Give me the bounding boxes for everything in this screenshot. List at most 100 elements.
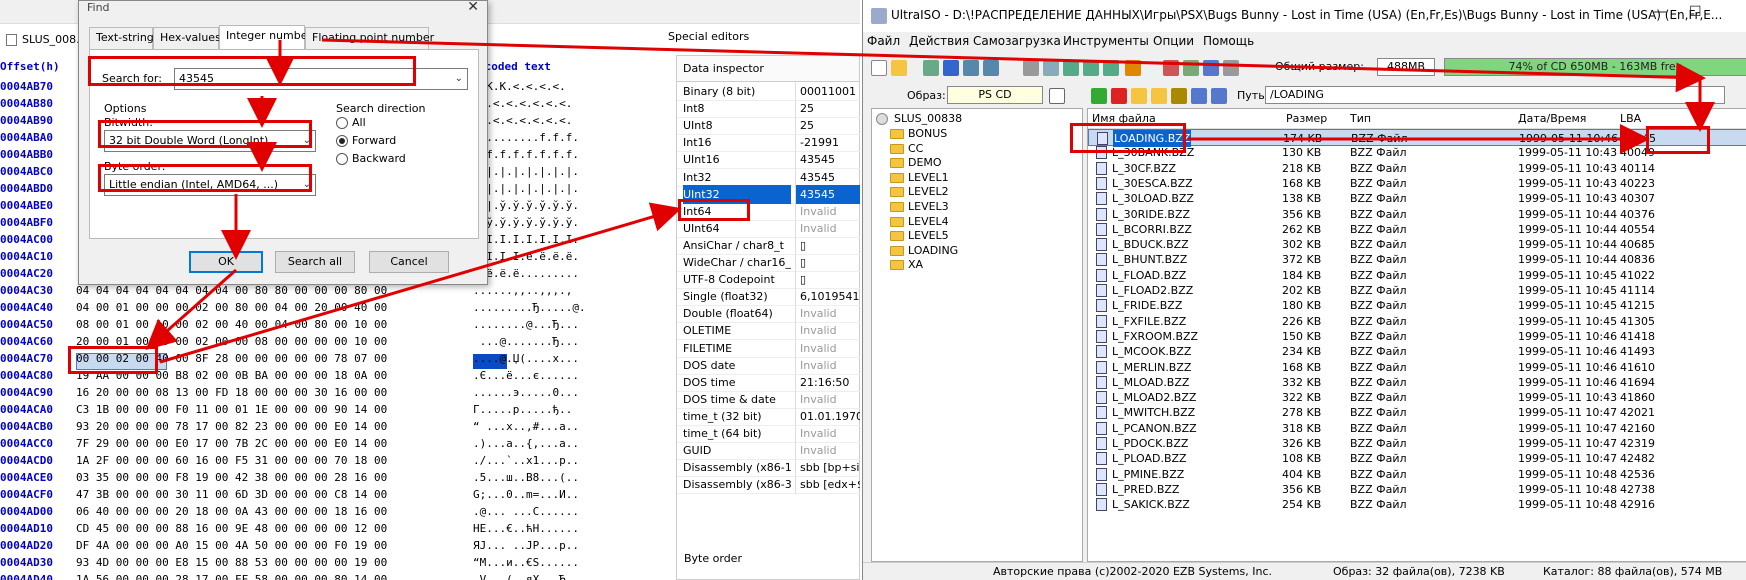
inspector-row[interactable]: Disassembly (x86-32) sbb [edx+$0 [677,475,860,495]
hex-decoded-text[interactable]: ў.ў.ў.ў.ў.ў.ў.ў. [473,214,613,231]
minimize-icon[interactable]: — [1653,4,1667,20]
hex-decoded-text[interactable]: .<.<.<.<.<.<.<. [473,112,613,129]
hex-bytes[interactable]: 1A 56 00 00 00 28 17 00 FF 58 00 00 00 8… [76,571,456,580]
checkbox-icon[interactable] [1049,88,1065,104]
hex-decoded-text[interactable]: |.|.|.|.|.|.|.|. [473,163,613,180]
menu-options[interactable]: Опции [1153,34,1194,48]
refresh-icon[interactable] [1211,88,1227,104]
tab-integer-number[interactable]: Integer number [219,25,312,49]
open-icon[interactable] [891,60,907,76]
tree-folder[interactable]: LOADING [890,243,958,259]
file-row[interactable]: L_SAKICK.BZZ 254 KB BZZ Файл 1999-05-11 10:… [1088,496,1746,513]
chevron-down-icon[interactable]: ⌄ [455,69,463,89]
search-all-button[interactable]: Search all [275,251,355,273]
tree-folder[interactable]: LEVEL4 [890,214,949,230]
tree-folder[interactable]: LEVEL5 [890,228,949,244]
properties-icon[interactable] [1043,60,1059,76]
hex-decoded-text[interactable]: |.|.ў.ў.ў.ў.ў.ў. [473,197,613,214]
close-icon[interactable]: ✕ [467,0,479,15]
tab-hex-values[interactable]: Hex-values [153,27,221,49]
hex-decoded-text[interactable]: .V...(..яX...Ђ.. [473,571,613,580]
hex-decoded-text[interactable]: НE...€..ћH...... [473,520,613,537]
hex-decoded-text[interactable]: f.f.f.f.f.f.f.f. [473,146,613,163]
path-field[interactable]: /LOADING [1265,86,1725,104]
menu-file[interactable]: Файл [867,34,900,48]
hex-decoded-text[interactable]: .5...ш..B8...(.. [473,469,613,486]
image-type-field[interactable]: PS CD [947,86,1043,104]
cancel-button[interactable]: Cancel [369,251,449,273]
maximize-icon[interactable]: ☐ [1689,4,1702,20]
tree-folder[interactable]: DEMO [890,155,942,171]
mount-icon[interactable] [1083,60,1099,76]
hex-bytes[interactable]: 93 4D 00 00 00 E8 15 00 88 53 00 00 00 0… [76,554,456,571]
hex-decoded-text[interactable]: І.І.І.І.ё.ё.ё.ё. [473,248,613,265]
hex-bytes[interactable]: 93 20 00 00 00 78 17 00 82 23 00 00 00 E… [76,418,456,435]
hex-bytes[interactable]: DF 4A 00 00 00 A0 15 00 4A 50 00 00 00 F… [76,537,456,554]
hex-decoded-text[interactable]: K.K.K.<.<.<.<. [473,78,613,95]
ok-button[interactable]: OK [189,251,263,273]
bookmark-icon[interactable] [1163,60,1179,76]
direction-all-radio[interactable]: All [336,116,366,130]
hex-bytes[interactable]: 16 20 00 00 08 13 00 FD 18 00 00 00 30 1… [76,384,456,401]
hex-bytes[interactable]: 47 3B 00 00 00 30 11 00 6D 3D 00 00 00 C… [76,486,456,503]
hex-bytes[interactable]: 1A 2F 00 00 00 60 16 00 F5 31 00 00 00 7… [76,452,456,469]
burn-icon[interactable] [1063,60,1079,76]
hex-decoded-text[interactable]: “M...и..€S...... [473,554,613,571]
direction-forward-radio[interactable]: Forward [336,134,396,148]
compress-icon[interactable] [1103,60,1119,76]
menu-bootable[interactable]: Самозагрузка [973,34,1061,48]
hex-decoded-text[interactable]: |.|.|.|.|.|.|.|. [473,180,613,197]
up-folder-icon[interactable] [1091,88,1107,104]
new-folder-icon[interactable] [1131,88,1147,104]
hex-decoded-text[interactable]: І.І.І.І.І.І.І.І. [473,231,613,248]
hex-bytes[interactable]: 04 00 01 00 00 00 02 00 80 00 04 00 20 0… [76,299,456,316]
hex-decoded-text[interactable]: ......,,..,,,., [473,282,613,299]
hex-bytes[interactable]: 03 35 00 00 00 F8 19 00 42 38 00 00 00 2… [76,469,456,486]
cd-icon[interactable] [923,60,939,76]
menu-tools[interactable]: Инструменты [1063,34,1149,48]
hex-decoded-text[interactable]: “ ...x..‚#...а.. [473,418,613,435]
tree-folder[interactable]: XA [890,257,923,273]
tree-folder[interactable]: BONUS [890,126,947,142]
hex-decoded-text[interactable]: ......э.....0... [473,384,613,401]
hex-decoded-text[interactable]: ...@.......Ђ... [473,333,613,350]
hex-decoded-text[interactable]: ....@.Џ(....x... [473,350,613,367]
hex-decoded-text[interactable]: .)...а..{,...а.. [473,435,613,452]
file-list[interactable]: Имя файла Размер Тип Дата/Время LBA LOAD… [1087,108,1746,562]
help-icon[interactable] [1203,60,1219,76]
tree-folder[interactable]: LEVEL2 [890,184,949,200]
tree-folder[interactable]: LEVEL1 [890,170,949,186]
save-as-icon[interactable] [963,60,979,76]
col-size[interactable]: Размер [1286,112,1327,125]
hex-decoded-text[interactable]: .<.<.<.<.<.<.<. [473,95,613,112]
tab-text-string[interactable]: Text-string [89,27,154,49]
new-icon[interactable] [871,60,887,76]
hex-decoded-text[interactable]: G;...0..m=...И.. [473,486,613,503]
info-icon[interactable] [1125,60,1141,76]
tree-folder[interactable]: CC [890,141,923,157]
hex-decoded-text[interactable]: .........Ђ.....@. [473,299,613,316]
add-files-icon[interactable] [1151,88,1167,104]
hex-decoded-text[interactable]: .@... ...C...... [473,503,613,520]
col-datetime[interactable]: Дата/Время [1518,112,1586,125]
menu-actions[interactable]: Действия [909,34,969,48]
tree-folder[interactable]: LEVEL3 [890,199,949,215]
hex-bytes[interactable]: CD 45 00 00 00 88 16 00 9E 48 00 00 00 0… [76,520,456,537]
exit-icon[interactable] [1223,60,1239,76]
hex-decoded-text[interactable]: .Є...ё...є...... [473,367,613,384]
tree-root[interactable]: SLUS_00838 [876,111,962,127]
hex-decoded-text[interactable]: ..........f.f.f. [473,129,613,146]
menu-help[interactable]: Помощь [1203,34,1254,48]
hex-bytes[interactable]: 7F 29 00 00 00 E0 17 00 7B 2C 00 00 00 E… [76,435,456,452]
rename-icon[interactable] [1171,88,1187,104]
col-lba[interactable]: LBA [1620,112,1641,125]
hex-decoded-text[interactable]: ЯJ... ..JP...р.. [473,537,613,554]
save-all-icon[interactable] [983,60,999,76]
settings-icon[interactable] [1191,88,1207,104]
hex-bytes[interactable]: 08 00 01 00 10 00 02 00 40 00 04 00 80 0… [76,316,456,333]
convert-icon[interactable] [1183,60,1199,76]
col-type[interactable]: Тип [1350,112,1371,125]
hex-decoded-text[interactable]: ./...`..х1...p.. [473,452,613,469]
file-tab[interactable]: SLUS_008.38 [4,30,94,50]
hex-decoded-text[interactable]: ........@...Ђ... [473,316,613,333]
